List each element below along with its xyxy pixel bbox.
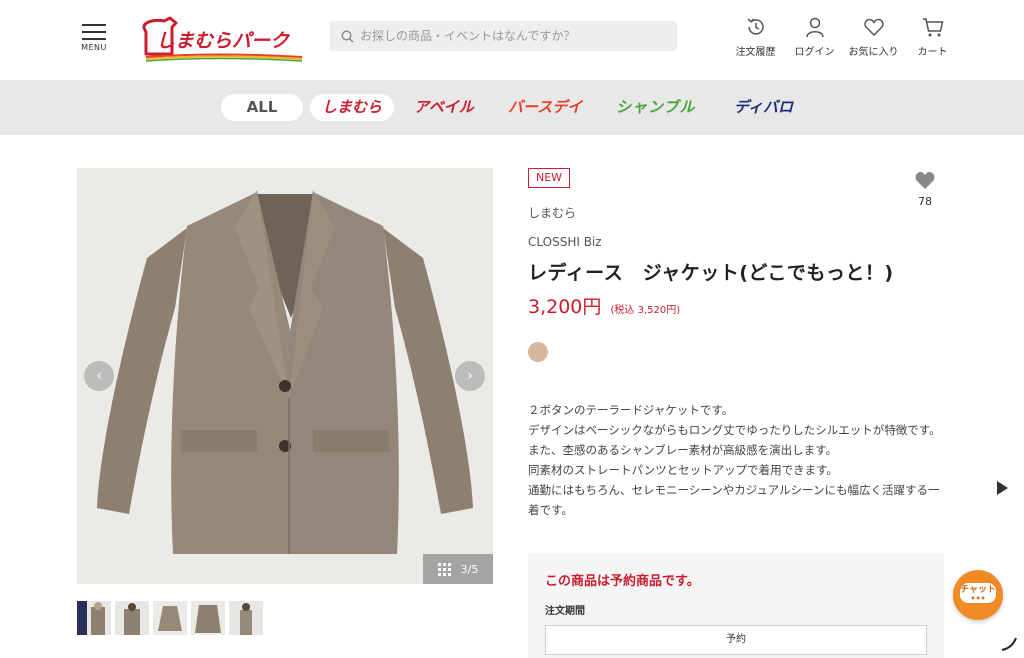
brand-tab-divalo[interactable]: ディバロ bbox=[734, 94, 793, 121]
site-header: MENU しまむらパーク 注文履歴 bbox=[0, 0, 1024, 80]
cart-label: カート bbox=[917, 47, 948, 58]
image-counter: 3/5 bbox=[460, 562, 479, 576]
description-line: ２ボタンのテーラードジャケットです。 bbox=[528, 403, 734, 417]
grid-icon bbox=[437, 562, 451, 576]
preorder-heading: この商品は予約商品です。 bbox=[545, 574, 700, 589]
thumbnail-image bbox=[77, 601, 111, 635]
product-main-image[interactable]: ‹ › 3/5 bbox=[77, 168, 493, 584]
order-history-label: 注文履歴 bbox=[735, 47, 776, 58]
favorite-count: 78 bbox=[918, 195, 932, 208]
search-icon bbox=[341, 29, 354, 42]
search-bar[interactable] bbox=[330, 21, 677, 51]
history-icon bbox=[747, 18, 764, 35]
hamburger-icon bbox=[82, 24, 106, 26]
site-logo[interactable]: しまむらパーク bbox=[138, 14, 304, 62]
thumbnail-3[interactable] bbox=[153, 601, 187, 635]
order-history-button[interactable]: 注文履歴 bbox=[728, 16, 783, 58]
thumbnail-1[interactable] bbox=[77, 601, 111, 635]
chevron-left-icon: ‹ bbox=[96, 368, 102, 384]
color-swatch[interactable] bbox=[528, 342, 548, 362]
brand-tab-avail[interactable]: アベイル bbox=[414, 94, 474, 121]
loading-spinner-icon bbox=[1001, 637, 1017, 651]
brand-tab-all[interactable]: ALL bbox=[221, 94, 303, 121]
thumbnail-strip bbox=[77, 601, 267, 635]
cart-icon bbox=[922, 18, 943, 37]
menu-label: MENU bbox=[81, 43, 107, 52]
login-label: ログイン bbox=[794, 47, 835, 58]
jacket-image bbox=[77, 168, 493, 584]
product-price: 3,200円 (税込 3,520円) bbox=[528, 292, 680, 319]
thumbnail-image bbox=[191, 601, 225, 635]
brand-tab-shanple[interactable]: シャンブル bbox=[616, 94, 696, 121]
image-counter-button[interactable]: 3/5 bbox=[423, 554, 493, 584]
shimamura-park-logo: しまむらパーク bbox=[142, 16, 303, 62]
reserve-button[interactable]: 予約 bbox=[545, 625, 927, 655]
price-value: 3,200円 bbox=[528, 296, 602, 318]
product-title: レディース ジャケット(どこでもっと！) bbox=[528, 262, 894, 284]
chevron-right-icon: › bbox=[467, 368, 473, 384]
header-icons: 注文履歴 ログイン お気に入り カート bbox=[728, 16, 960, 58]
thumbnail-4[interactable] bbox=[191, 601, 225, 635]
price-tax: (税込 3,520円) bbox=[610, 305, 681, 316]
thumbnail-image bbox=[229, 601, 263, 635]
favorites-button[interactable]: お気に入り bbox=[846, 16, 901, 58]
menu-button[interactable]: MENU bbox=[78, 24, 110, 58]
login-button[interactable]: ログイン bbox=[787, 16, 842, 58]
preorder-panel: この商品は予約商品です。 注文期間 予約 bbox=[528, 553, 944, 658]
product-sub-brand: CLOSSHI Biz bbox=[528, 235, 602, 249]
brand-tab-shimamura[interactable]: しまむら bbox=[310, 94, 394, 121]
heart-icon bbox=[915, 172, 935, 189]
prev-image-button[interactable]: ‹ bbox=[84, 361, 114, 391]
product-description: ２ボタンのテーラードジャケットです。 デザインはベーシックながらもロング丈でゆっ… bbox=[528, 400, 944, 520]
thumbnail-2[interactable] bbox=[115, 601, 149, 635]
hamburger-icon-bar bbox=[82, 38, 106, 40]
chat-button[interactable]: チャット ••• bbox=[953, 570, 1003, 620]
thumbnail-5[interactable] bbox=[229, 601, 263, 635]
favorite-button[interactable]: 78 bbox=[910, 170, 940, 208]
description-line: また、杢感のあるシャンブレー素材が高級感を演出します。 bbox=[528, 443, 838, 457]
svg-text:しまむらパーク: しまむらパーク bbox=[156, 31, 291, 52]
product-brand[interactable]: しまむら bbox=[528, 204, 576, 221]
cart-button[interactable]: カート bbox=[905, 16, 960, 58]
side-panel-arrow-icon[interactable] bbox=[997, 481, 1008, 495]
description-line: デザインはベーシックながらもロング丈でゆったりしたシルエットが特徴です。 bbox=[528, 423, 941, 437]
order-period-label: 注文期間 bbox=[545, 606, 585, 617]
thumbnail-image bbox=[153, 601, 187, 635]
heart-icon bbox=[863, 18, 884, 37]
chat-dots: ••• bbox=[970, 594, 986, 603]
thumbnail-image bbox=[115, 601, 149, 635]
next-image-button[interactable]: › bbox=[455, 361, 485, 391]
chat-bubble-icon: チャット ••• bbox=[960, 583, 996, 603]
description-line: 通勤にはもちろん、セレモニーシーンやカジュアルシーンにも幅広く活躍する一着です。 bbox=[528, 483, 940, 517]
favorites-label: お気に入り bbox=[848, 47, 899, 58]
description-line: 同素材のストレートパンツとセットアップで着用できます。 bbox=[528, 463, 838, 477]
search-input[interactable] bbox=[360, 29, 660, 43]
new-badge: NEW bbox=[528, 168, 570, 188]
brand-nav: ALL しまむら アベイル バースデイ シャンブル ディバロ bbox=[0, 80, 1024, 135]
hamburger-icon-bar bbox=[82, 31, 106, 33]
brand-tab-birthday[interactable]: バースデイ bbox=[508, 94, 582, 121]
user-icon bbox=[805, 17, 824, 38]
